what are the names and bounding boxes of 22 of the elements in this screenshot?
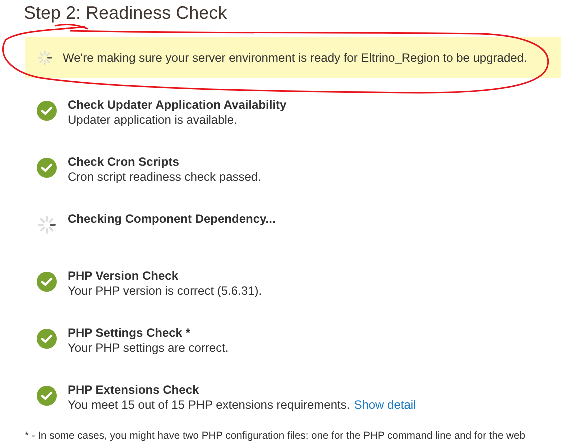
check-description: Updater application is available.: [68, 113, 238, 127]
check-title: Checking Component Dependency...: [68, 212, 276, 227]
show-detail-link[interactable]: Show detail: [354, 398, 416, 412]
page-title: Step 2: Readiness Check: [23, 2, 228, 25]
check-description: Cron script readiness check passed.: [68, 170, 262, 184]
loading-spinner-icon: [37, 50, 53, 66]
check-icon: [37, 158, 57, 178]
check-title: Check Cron Scripts: [68, 155, 180, 170]
check-icon: [37, 272, 57, 292]
check-description: Your PHP settings are correct.: [68, 341, 229, 355]
check-title: PHP Extensions Check: [68, 383, 200, 398]
footnote-text: * - In some cases, you might have two PHP configuration files: one for the PHP command line and for the web: [25, 431, 526, 442]
check-title: PHP Settings Check *: [68, 326, 192, 341]
check-icon: [37, 329, 57, 349]
check-description: You meet 15 out of 15 PHP extensions requirements.: [68, 398, 350, 412]
loading-spinner-icon: [37, 215, 57, 235]
check-description: Your PHP version is correct (5.6.31).: [68, 284, 262, 298]
check-icon: [37, 101, 57, 121]
check-title: Check Updater Application Availability: [68, 98, 287, 113]
check-title: PHP Version Check: [68, 269, 180, 284]
check-icon: [37, 386, 57, 406]
notice-text: We're making sure your server environment is ready for Eltrino_Region to be upgraded.: [63, 50, 528, 64]
